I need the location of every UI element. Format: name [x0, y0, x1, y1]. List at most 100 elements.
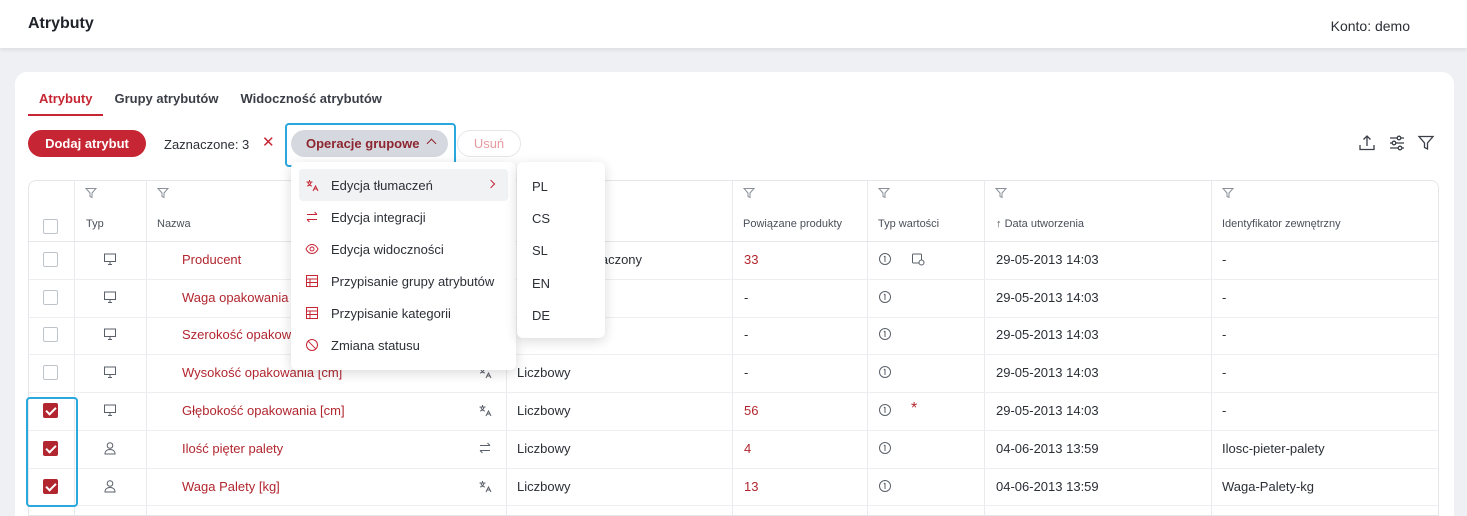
attribute-name-link[interactable]: Producent — [182, 252, 241, 267]
language-option-cs[interactable]: CS — [532, 211, 550, 226]
column-divider — [146, 181, 147, 515]
menu-item-integrations[interactable]: Edycja integracji — [299, 201, 508, 233]
menu-item-label: Przypisanie grupy atrybutów — [331, 274, 495, 289]
created-date: 29-05-2013 14:03 — [996, 290, 1099, 305]
column-divider — [732, 181, 733, 515]
chevron-up-icon — [426, 138, 437, 149]
chevron-right-icon — [486, 179, 496, 189]
header-linked-products[interactable]: Powiązane produkty — [743, 218, 842, 230]
filter-icon[interactable] — [1417, 134, 1435, 152]
tab-attribute-visibility[interactable]: Widoczność atrybutów — [229, 90, 392, 116]
attribute-kind: Liczbowy — [517, 441, 571, 456]
tab-attributes[interactable]: Atrybuty — [28, 90, 104, 116]
row-divider — [29, 317, 1438, 318]
delete-button[interactable]: Usuń — [457, 130, 521, 157]
header-created[interactable]: ↑ Data utworzenia — [996, 218, 1084, 230]
external-id: Waga-Palety-kg — [1222, 479, 1314, 494]
user-icon — [104, 480, 116, 493]
language-option-sl[interactable]: SL — [532, 243, 548, 258]
menu-item-label: Edycja widoczności — [331, 242, 444, 257]
group-operations-button[interactable]: Operacje grupowe — [291, 130, 448, 157]
attribute-name-link[interactable]: Waga Palety [kg] — [182, 479, 280, 494]
arrows-exchange-icon — [479, 442, 491, 454]
row-divider — [29, 279, 1438, 280]
settings-sliders-icon[interactable] — [1388, 134, 1406, 152]
linked-products-count[interactable]: 4 — [744, 441, 751, 456]
header-value-type[interactable]: Typ wartości — [878, 218, 939, 230]
attribute-kind: Liczbowy — [517, 479, 571, 494]
translate-icon — [479, 405, 492, 417]
selected-rows-highlight — [26, 397, 78, 507]
row-divider — [29, 392, 1438, 393]
group-operations-menu: Edycja tłumaczeń Edycja integracji Edycj… — [291, 162, 516, 370]
menu-item-translations[interactable]: Edycja tłumaczeń — [299, 169, 508, 201]
header-separator — [29, 241, 1438, 242]
tab-attribute-groups[interactable]: Grupy atrybutów — [103, 90, 229, 116]
row-divider — [29, 430, 1438, 431]
info-circle-icon — [879, 480, 891, 492]
tab-bar: Atrybuty Grupy atrybutów Widoczność atry… — [28, 90, 393, 116]
monitor-icon — [104, 328, 116, 340]
linked-products-count[interactable]: 33 — [744, 252, 758, 267]
menu-item-assign-category[interactable]: Przypisanie kategorii — [299, 297, 508, 329]
filter-icon[interactable] — [878, 187, 890, 199]
language-option-pl[interactable]: PL — [532, 179, 548, 194]
row-divider — [29, 505, 1438, 506]
filter-icon[interactable] — [743, 187, 755, 199]
external-id: Ilosc-pieter-palety — [1222, 441, 1325, 456]
attribute-name-link[interactable]: Głębokość opakowania [cm] — [182, 403, 345, 418]
menu-item-assign-group[interactable]: Przypisanie grupy atrybutów — [299, 265, 508, 297]
row-checkbox[interactable] — [43, 327, 58, 342]
sort-asc-icon: ↑ — [996, 218, 1002, 230]
language-option-en[interactable]: EN — [532, 276, 550, 291]
row-checkbox[interactable] — [43, 252, 58, 267]
attribute-name-link[interactable]: Szerokość opakow... — [182, 327, 301, 342]
header-external-id[interactable]: Identyfikator zewnętrzny — [1222, 218, 1341, 230]
created-date: 29-05-2013 14:03 — [996, 403, 1099, 418]
add-attribute-button[interactable]: Dodaj atrybut — [28, 130, 146, 157]
linked-products-count[interactable]: 13 — [744, 479, 758, 494]
account-label[interactable]: Konto: demo — [1331, 18, 1410, 34]
external-id: - — [1222, 327, 1227, 342]
menu-item-label: Przypisanie kategorii — [331, 306, 451, 321]
table-icon — [306, 307, 318, 319]
language-option-de[interactable]: DE — [532, 308, 550, 323]
select-all-checkbox[interactable] — [43, 219, 58, 234]
language-submenu: PL CS SL EN DE — [517, 162, 605, 338]
asterisk-icon: * — [911, 400, 918, 417]
group-operations-label: Operacje grupowe — [306, 136, 420, 151]
translate-icon — [479, 481, 492, 493]
menu-item-visibility[interactable]: Edycja widoczności — [299, 233, 508, 265]
arrows-exchange-icon — [306, 211, 318, 223]
column-divider — [1211, 181, 1212, 515]
filter-icon[interactable] — [85, 187, 97, 199]
row-checkbox[interactable] — [43, 365, 58, 380]
header-type[interactable]: Typ — [86, 218, 104, 230]
export-icon[interactable] — [1358, 134, 1376, 152]
info-circle-icon — [879, 253, 891, 265]
translate-icon — [306, 180, 319, 192]
attribute-name-link[interactable]: Waga opakowania — [182, 290, 288, 305]
menu-item-status-change[interactable]: Zmiana statusu — [299, 329, 508, 361]
filter-icon[interactable] — [1222, 187, 1234, 199]
linked-products-count[interactable]: 56 — [744, 403, 758, 418]
row-checkbox[interactable] — [43, 290, 58, 305]
menu-item-label: Zmiana statusu — [331, 338, 420, 353]
close-icon[interactable]: ✕ — [262, 135, 275, 150]
header-name[interactable]: Nazwa — [157, 218, 191, 230]
info-circle-icon — [879, 366, 891, 378]
external-id: - — [1222, 252, 1227, 267]
database-settings-icon — [912, 253, 925, 266]
attributes-table — [28, 180, 1439, 516]
external-id: - — [1222, 365, 1227, 380]
info-circle-icon — [879, 404, 891, 416]
attribute-name-link[interactable]: Ilość pięter palety — [182, 441, 283, 456]
menu-item-label: Edycja tłumaczeń — [331, 178, 433, 193]
attribute-kind: Liczbowy — [517, 365, 571, 380]
table-icon — [306, 275, 318, 287]
linked-products-count: - — [744, 327, 749, 342]
monitor-icon — [104, 404, 116, 416]
column-divider — [867, 181, 868, 515]
filter-icon[interactable] — [995, 187, 1007, 199]
filter-icon[interactable] — [157, 187, 169, 199]
